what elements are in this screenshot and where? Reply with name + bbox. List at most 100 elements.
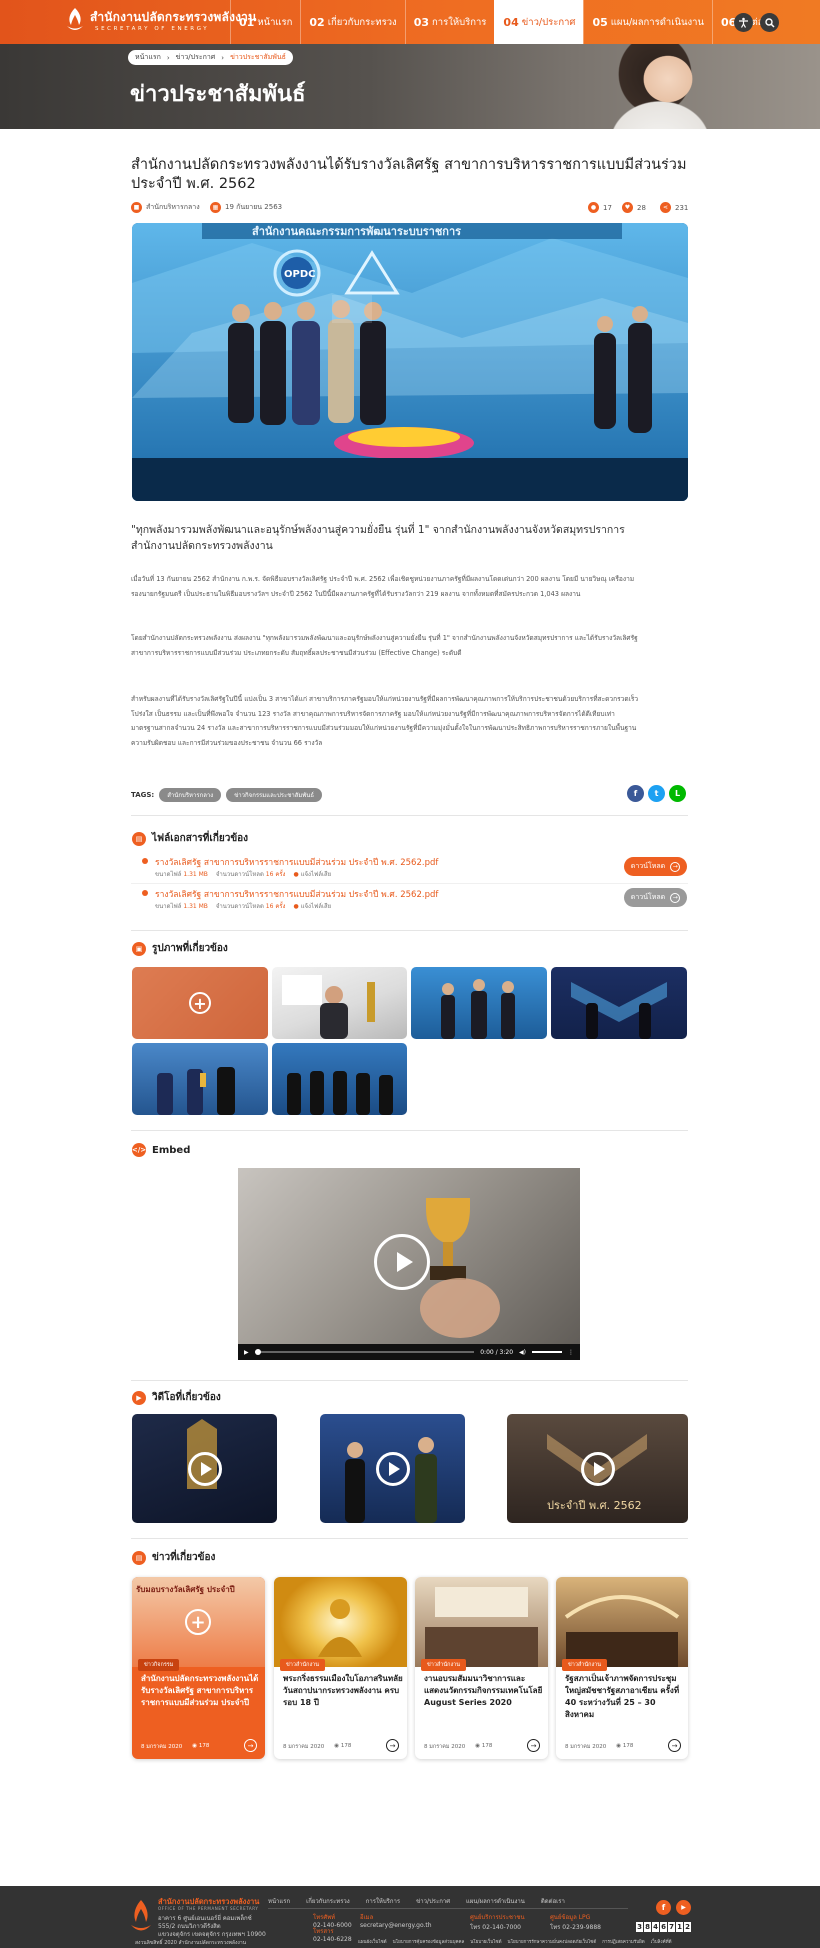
file-link[interactable]: รางวัลเลิศรัฐ สาขาการบริหารราชการแบบมีส่… (155, 855, 438, 869)
gallery-thumb[interactable] (132, 1043, 268, 1115)
article-paragraph: โดยสำนักงานปลัดกระทรวงพลังงาน ส่งผลงาน "… (131, 634, 638, 657)
footer-link[interactable]: แผน/ผลการดำเนินงาน (466, 1896, 525, 1906)
footer-bottom-link[interactable]: การปฏิเสธความรับผิด (602, 1938, 644, 1945)
contact-value[interactable]: โทร 02-239-9888 (550, 1922, 601, 1932)
arrow-right-icon[interactable]: → (386, 1739, 399, 1752)
video-thumb[interactable] (320, 1414, 465, 1523)
video-thumb[interactable]: ประจำปี พ.ศ. 2562 (507, 1414, 688, 1523)
divider (131, 883, 688, 884)
footer-bottom-link[interactable]: นโยบายการรักษาความมั่นคงปลอดภัยเว็บไซต์ (508, 1938, 597, 1945)
tag-chip[interactable]: สำนักบริหารกลาง (159, 788, 222, 802)
newspaper-icon: ▤ (132, 1550, 146, 1565)
nav-num: 03 (413, 15, 429, 29)
play-button[interactable] (581, 1452, 615, 1486)
facebook-icon[interactable]: f (656, 1900, 671, 1915)
volume-icon[interactable]: ◀) (519, 1349, 526, 1356)
views-count: 17 (603, 203, 612, 212)
news-card-footer: 8 มกราคม 2020 ◉ 178 (141, 1743, 209, 1751)
play-icon (396, 1252, 413, 1272)
contact-value[interactable]: secretary@energy.go.th (360, 1922, 432, 1929)
more-options-icon[interactable]: ⋮ (568, 1349, 574, 1356)
footer-bottom-link[interactable]: นโยบายการคุ้มครองข้อมูลส่วนบุคคล (393, 1938, 465, 1945)
arrow-right-icon[interactable]: → (668, 1739, 681, 1752)
nav-label: เกี่ยวกับกระทรวง (327, 16, 397, 28)
footer-link[interactable]: ติดต่อเรา (541, 1896, 565, 1906)
news-card[interactable]: ข่าวสำนักงาน งานอบรมสัมมนาวิชาการและแสดง… (415, 1577, 548, 1759)
footer-link[interactable]: การให้บริการ (366, 1896, 400, 1906)
news-card[interactable]: ข่าวสำนักงาน รัฐสภาเป็นเจ้าภาพจัดการประช… (556, 1577, 688, 1759)
youtube-icon[interactable]: ▶ (676, 1900, 691, 1915)
download-button[interactable]: ดาวน์โหลด → (624, 857, 687, 876)
play-button[interactable] (374, 1234, 430, 1290)
file-downloads-value: 16 ครั้ง (265, 903, 286, 910)
gallery-thumb[interactable]: + (132, 967, 268, 1039)
article-date: ▦ 19 กันยายน 2563 (210, 202, 282, 213)
article-likes[interactable]: ♥ 28 (622, 202, 646, 213)
download-button[interactable]: ดาวน์โหลด → (624, 888, 687, 907)
footer-bottom-link[interactable]: เว็บลิงค์ที่ดี (651, 1938, 672, 1945)
line-icon[interactable]: L (669, 785, 686, 802)
play-small-icon[interactable]: ▶ (244, 1349, 249, 1356)
search-icon[interactable] (760, 13, 779, 32)
twitter-icon[interactable]: t (648, 785, 665, 802)
zoom-plus-icon[interactable]: + (185, 1609, 211, 1635)
nav-label: การให้บริการ (432, 16, 487, 28)
page-title: ข่าวประชาสัมพันธ์ (130, 82, 306, 107)
news-card-title[interactable]: สำนักงานปลัดกระทรวงพลังงานได้รับรางวัลเล… (141, 1673, 261, 1709)
zoom-plus-icon[interactable]: + (189, 992, 211, 1014)
gallery-thumb[interactable] (272, 1043, 407, 1115)
news-card-title[interactable]: พระกริ่งธรรมเมืองใบโอภาสรินทลัย วันสถาปน… (283, 1673, 403, 1709)
article-views: ● 17 (588, 202, 612, 213)
file-link[interactable]: รางวัลเลิศรัฐ สาขาการบริหารราชการแบบมีส่… (155, 887, 438, 901)
news-card[interactable]: รับมอบรางวัลเลิศรัฐ ประจำปี + ข่าวกิจกรร… (132, 1577, 265, 1759)
article-lead: "ทุกพลังมารวมพลังพัฒนาและอนุรักษ์พลังงาน… (131, 524, 625, 552)
news-heading-text: ข่าวที่เกี่ยวข้อง (152, 1552, 216, 1563)
news-card-title[interactable]: งานอบรมสัมมนาวิชาการและแสดงนวัตกรรมกิจกร… (424, 1673, 544, 1709)
accessibility-icon[interactable] (734, 13, 753, 32)
contact-value[interactable]: โทร 02-140-7000 (470, 1922, 525, 1932)
gallery-thumb[interactable] (272, 967, 407, 1039)
embed-video-player[interactable]: ▶ 0:00 / 3:20 ◀) ⋮ (238, 1168, 580, 1360)
gallery-thumb[interactable] (411, 967, 547, 1039)
nav-home[interactable]: 01 หน้าแรก (230, 0, 300, 44)
footer-link[interactable]: เกี่ยวกับกระทรวง (306, 1896, 350, 1906)
gallery-photo (157, 1067, 235, 1115)
video-thumb[interactable] (132, 1414, 277, 1523)
visitor-counter: 3846712 (636, 1922, 691, 1932)
divider (131, 1130, 688, 1131)
progress-handle[interactable] (254, 1349, 261, 1355)
arrow-right-icon[interactable]: → (527, 1739, 540, 1752)
counter-digit: 2 (684, 1922, 691, 1932)
news-card[interactable]: ข่าวสำนักงาน พระกริ่งธรรมเมืองใบโอภาสริน… (274, 1577, 407, 1759)
date-text: 19 กันยายน 2563 (225, 203, 283, 211)
footer-bottom-link[interactable]: แผนผังเว็บไซต์ (358, 1938, 387, 1945)
arrow-right-icon[interactable]: → (244, 1739, 257, 1752)
nav-services[interactable]: 03 การให้บริการ (404, 0, 495, 44)
ministry-logo-icon[interactable] (64, 6, 86, 34)
volume-slider[interactable] (532, 1351, 562, 1353)
play-button[interactable] (188, 1452, 222, 1486)
twitter-glyph: t (654, 789, 659, 798)
news-card-title[interactable]: รัฐสภาเป็นเจ้าภาพจัดการประชุมใหญ่สมัชชาร… (565, 1673, 685, 1721)
facebook-icon[interactable]: f (627, 785, 644, 802)
footer-link[interactable]: หน้าแรก (268, 1896, 290, 1906)
footer-link[interactable]: ข่าว/ประกาศ (416, 1896, 450, 1906)
report-broken-link[interactable]: ● แจ้งไฟล์เสีย (294, 869, 332, 879)
nav-news[interactable]: 04 ข่าว/ประกาศ (494, 0, 584, 44)
breadcrumb-news[interactable]: ข่าว/ประกาศ (176, 52, 216, 63)
tag-chip[interactable]: ข่าวกิจกรรมและประชาสัมพันธ์ (226, 788, 323, 802)
article-shares[interactable]: ⋖ 231 (660, 202, 688, 213)
news-card-views-count: 178 (622, 1743, 634, 1749)
report-broken-link[interactable]: ● แจ้งไฟล์เสีย (294, 901, 332, 911)
embed-heading: </> Embed (132, 1143, 190, 1157)
nav-about[interactable]: 02 เกี่ยวกับกระทรวง (300, 0, 404, 44)
play-button[interactable] (376, 1452, 410, 1486)
footer-bottom-link[interactable]: นโยบายเว็บไซต์ (470, 1938, 501, 1945)
nav-plans[interactable]: 05 แผน/ผลการดำเนินงาน (583, 0, 711, 44)
breadcrumb: หน้าแรก › ข่าว/ประกาศ › ข่าวประชาสัมพันธ… (128, 50, 293, 65)
gallery-thumb[interactable] (551, 967, 687, 1039)
breadcrumb-home[interactable]: หน้าแรก (135, 52, 161, 63)
file-downloads: จำนวนดาวน์โหลด 16 ครั้ง (216, 869, 286, 879)
report-label: แจ้งไฟล์เสีย (300, 903, 332, 910)
progress-bar[interactable] (254, 1349, 475, 1355)
